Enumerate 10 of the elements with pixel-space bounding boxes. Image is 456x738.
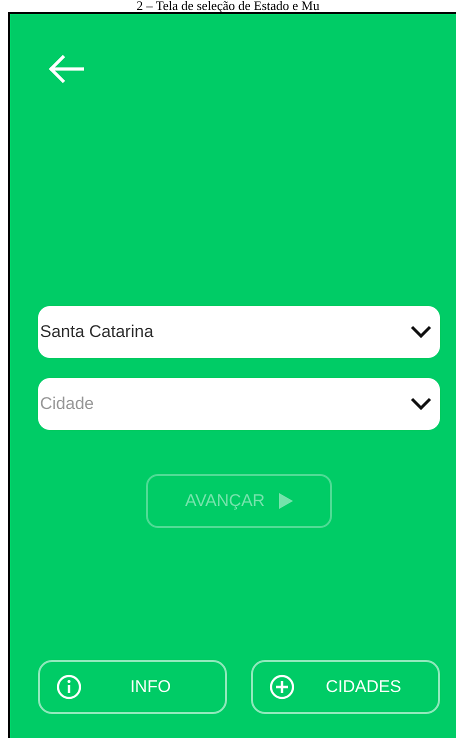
info-icon [56,674,82,700]
chevron-down-icon [410,325,432,339]
city-dropdown[interactable]: Cidade [38,378,440,430]
plus-circle-icon [269,674,295,700]
info-button[interactable]: INFO [38,660,227,714]
play-icon [278,493,293,509]
chevron-down-icon [410,397,432,411]
add-button[interactable]: CIDADES [251,660,440,714]
figure-caption: 2 – Tela de seleção de Estado e Mu [136,0,320,12]
state-dropdown[interactable]: Santa Catarina [38,306,440,358]
